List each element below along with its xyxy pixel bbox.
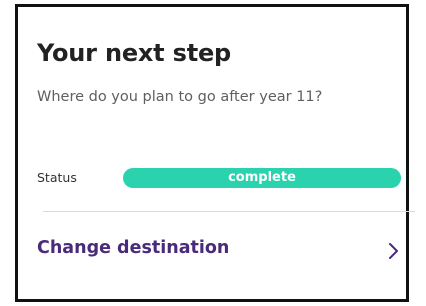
change-destination-label: Change destination: [37, 238, 230, 258]
chevron-right-icon: [389, 243, 398, 259]
card-title: Your next step: [37, 39, 232, 67]
status-label: Status: [37, 170, 77, 185]
status-value: complete: [228, 170, 296, 185]
card-subtitle: Where do you plan to go after year 11?: [37, 89, 323, 105]
status-progress-bar: complete: [123, 168, 401, 188]
change-destination-link[interactable]: Change destination: [37, 232, 409, 272]
divider: [43, 211, 415, 212]
